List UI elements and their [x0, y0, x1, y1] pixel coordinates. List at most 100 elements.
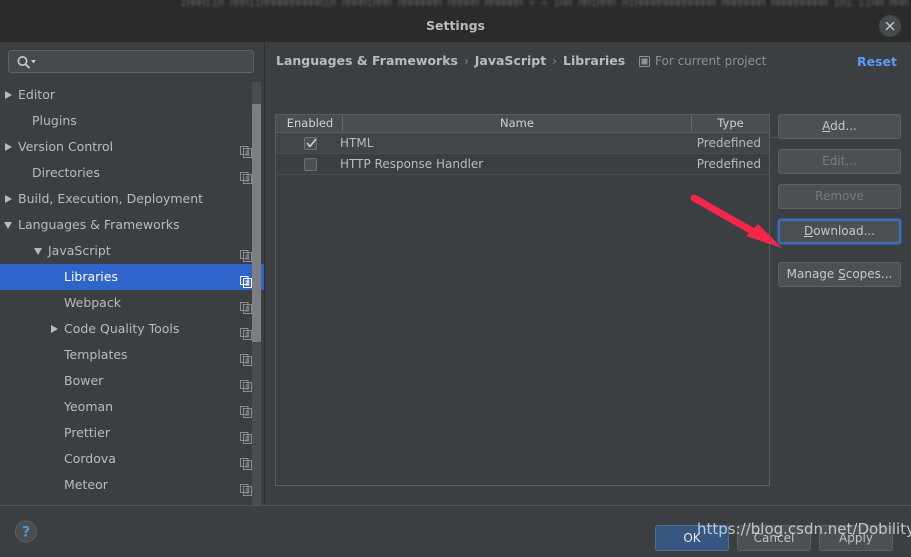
- sidebar-item-prettier[interactable]: Prettier: [0, 420, 264, 446]
- table-header: Enabled Name Type: [276, 115, 769, 133]
- remove-button: Remove: [778, 184, 901, 209]
- button-label: Edit...: [822, 154, 857, 168]
- button-label: Remove: [815, 189, 864, 203]
- sidebar-item-label: Languages & Frameworks: [18, 217, 180, 232]
- chevron-right-icon[interactable]: [2, 134, 14, 160]
- breadcrumb-item[interactable]: JavaScript: [475, 53, 546, 68]
- table-body: HTML Predefined HTTP Response Handler Prede…: [276, 133, 769, 175]
- desktop-background-strip: IHHHIIH HHHIIHHHHHHHHHHIH HHHHIHHH HHHHH…: [0, 0, 911, 10]
- project-scope-icon: [240, 167, 252, 184]
- sidebar-item-label: Webpack: [64, 295, 121, 310]
- settings-content-panel: Languages & Frameworks › JavaScript › Librar…: [265, 42, 911, 505]
- column-header-type[interactable]: Type: [692, 115, 769, 132]
- sidebar-item-label: Build, Execution, Deployment: [18, 191, 204, 206]
- column-header-name[interactable]: Name: [343, 115, 691, 132]
- project-scope-icon: [240, 427, 252, 444]
- project-scope-icon: [240, 323, 252, 340]
- manage-scopes-button[interactable]: Manage Scopes...: [778, 262, 901, 287]
- dialog-titlebar: Settings: [0, 10, 911, 43]
- enabled-checkbox[interactable]: [304, 158, 317, 171]
- project-scope-icon: [240, 479, 252, 496]
- sidebar-item-label: Editor: [18, 87, 55, 102]
- sidebar-item-meteor[interactable]: Meteor: [0, 472, 264, 498]
- sidebar-item-label: Libraries: [64, 269, 118, 284]
- sidebar-item-label: Version Control: [18, 139, 114, 154]
- sidebar-item-yeoman[interactable]: Yeoman: [0, 394, 264, 420]
- project-scope-icon: [240, 141, 252, 158]
- sidebar-item-bower[interactable]: Bower: [0, 368, 264, 394]
- close-icon[interactable]: [879, 15, 901, 37]
- sidebar-item-label: Cordova: [64, 451, 116, 466]
- sidebar-item-plugins[interactable]: Plugins: [0, 108, 264, 134]
- dialog-footer: ? OK Cancel Apply: [0, 505, 911, 557]
- breadcrumb-separator: ›: [552, 54, 558, 68]
- sidebar-item-libraries[interactable]: Libraries: [0, 264, 264, 290]
- search-box[interactable]: [8, 50, 254, 74]
- chevron-down-icon[interactable]: [32, 238, 44, 264]
- sidebar-item-label: Bower: [64, 373, 104, 388]
- scope-note: For current project: [639, 54, 766, 70]
- sidebar-item-label: Templates: [64, 347, 128, 362]
- table-row[interactable]: HTTP Response Handler Predefined: [276, 154, 769, 175]
- edit-button: Edit...: [778, 149, 901, 174]
- sidebar-item-label: JavaScript: [48, 243, 111, 258]
- chevron-down-icon[interactable]: [2, 212, 14, 238]
- chevron-right-icon[interactable]: [48, 316, 60, 342]
- sidebar-item-languages-frameworks[interactable]: Languages & Frameworks: [0, 212, 264, 238]
- sidebar-item-templates[interactable]: Templates: [0, 342, 264, 368]
- sidebar-item-directories[interactable]: Directories: [0, 160, 264, 186]
- sidebar-item-webpack[interactable]: Webpack: [0, 290, 264, 316]
- sidebar-item-build-execution-deployment[interactable]: Build, Execution, Deployment: [0, 186, 264, 212]
- background-blur-text: IHHHIIH HHHIIHHHHHHHHHHIH HHHHIHHH HHHHH…: [180, 0, 911, 9]
- sidebar-item-label: Directories: [32, 165, 100, 180]
- ok-button[interactable]: OK: [655, 525, 729, 551]
- library-name: HTML: [340, 136, 374, 150]
- cancel-button[interactable]: Cancel: [737, 525, 811, 551]
- sidebar-item-cordova[interactable]: Cordova: [0, 446, 264, 472]
- library-action-buttons: Add... Edit... Remove Download... Manage Sco…: [778, 114, 901, 297]
- project-scope-icon: [240, 271, 252, 288]
- library-type: Predefined: [696, 136, 761, 150]
- search-input[interactable]: [39, 51, 253, 74]
- breadcrumb: Languages & Frameworks › JavaScript › Librar…: [276, 53, 625, 71]
- sidebar-item-label: Prettier: [64, 425, 110, 440]
- sidebar-item-javascript[interactable]: JavaScript: [0, 238, 264, 264]
- settings-dialog-body: Editor Plugins Version Control Directories B…: [0, 42, 911, 505]
- help-icon[interactable]: ?: [14, 520, 38, 544]
- column-header-enabled[interactable]: Enabled: [278, 115, 342, 132]
- sidebar-scrollbar-thumb[interactable]: [252, 104, 261, 342]
- library-type: Predefined: [696, 157, 761, 171]
- breadcrumb-separator: ›: [463, 54, 469, 68]
- project-scope-icon: [240, 349, 252, 366]
- dialog-title: Settings: [425, 18, 485, 33]
- enabled-checkbox[interactable]: [304, 137, 317, 150]
- settings-sidebar: Editor Plugins Version Control Directories B…: [0, 42, 265, 505]
- breadcrumb-item[interactable]: Languages & Frameworks: [276, 53, 458, 68]
- download-button[interactable]: Download...: [778, 219, 901, 244]
- sidebar-item-label: Yeoman: [64, 399, 114, 414]
- reset-link[interactable]: Reset: [857, 54, 897, 69]
- scope-note-label: For current project: [655, 54, 767, 68]
- project-scope-icon: [240, 245, 252, 262]
- project-scope-icon: [240, 297, 252, 314]
- chevron-right-icon[interactable]: [2, 186, 14, 212]
- svg-text:?: ?: [22, 525, 30, 541]
- apply-button[interactable]: Apply: [819, 525, 893, 551]
- sidebar-item-editor[interactable]: Editor: [0, 82, 264, 108]
- chevron-right-icon[interactable]: [2, 82, 14, 108]
- project-scope-icon: [639, 56, 650, 70]
- libraries-table[interactable]: Enabled Name Type HTML Predefined HTTP Res…: [275, 114, 770, 486]
- project-scope-icon: [240, 401, 252, 418]
- button-label: Add...: [822, 119, 857, 133]
- row-divider: [276, 174, 769, 175]
- sidebar-item-label: Meteor: [64, 477, 108, 492]
- add-button[interactable]: Add...: [778, 114, 901, 139]
- button-label: Manage Scopes...: [786, 267, 893, 281]
- sidebar-item-label: Code Quality Tools: [64, 321, 180, 336]
- table-row[interactable]: HTML Predefined: [276, 133, 769, 154]
- sidebar-item-code-quality-tools[interactable]: Code Quality Tools: [0, 316, 264, 342]
- settings-tree-rows: Editor Plugins Version Control Directories B…: [0, 82, 264, 498]
- sidebar-item-version-control[interactable]: Version Control: [0, 134, 264, 160]
- library-name: HTTP Response Handler: [340, 157, 484, 171]
- breadcrumb-item[interactable]: Libraries: [563, 53, 625, 68]
